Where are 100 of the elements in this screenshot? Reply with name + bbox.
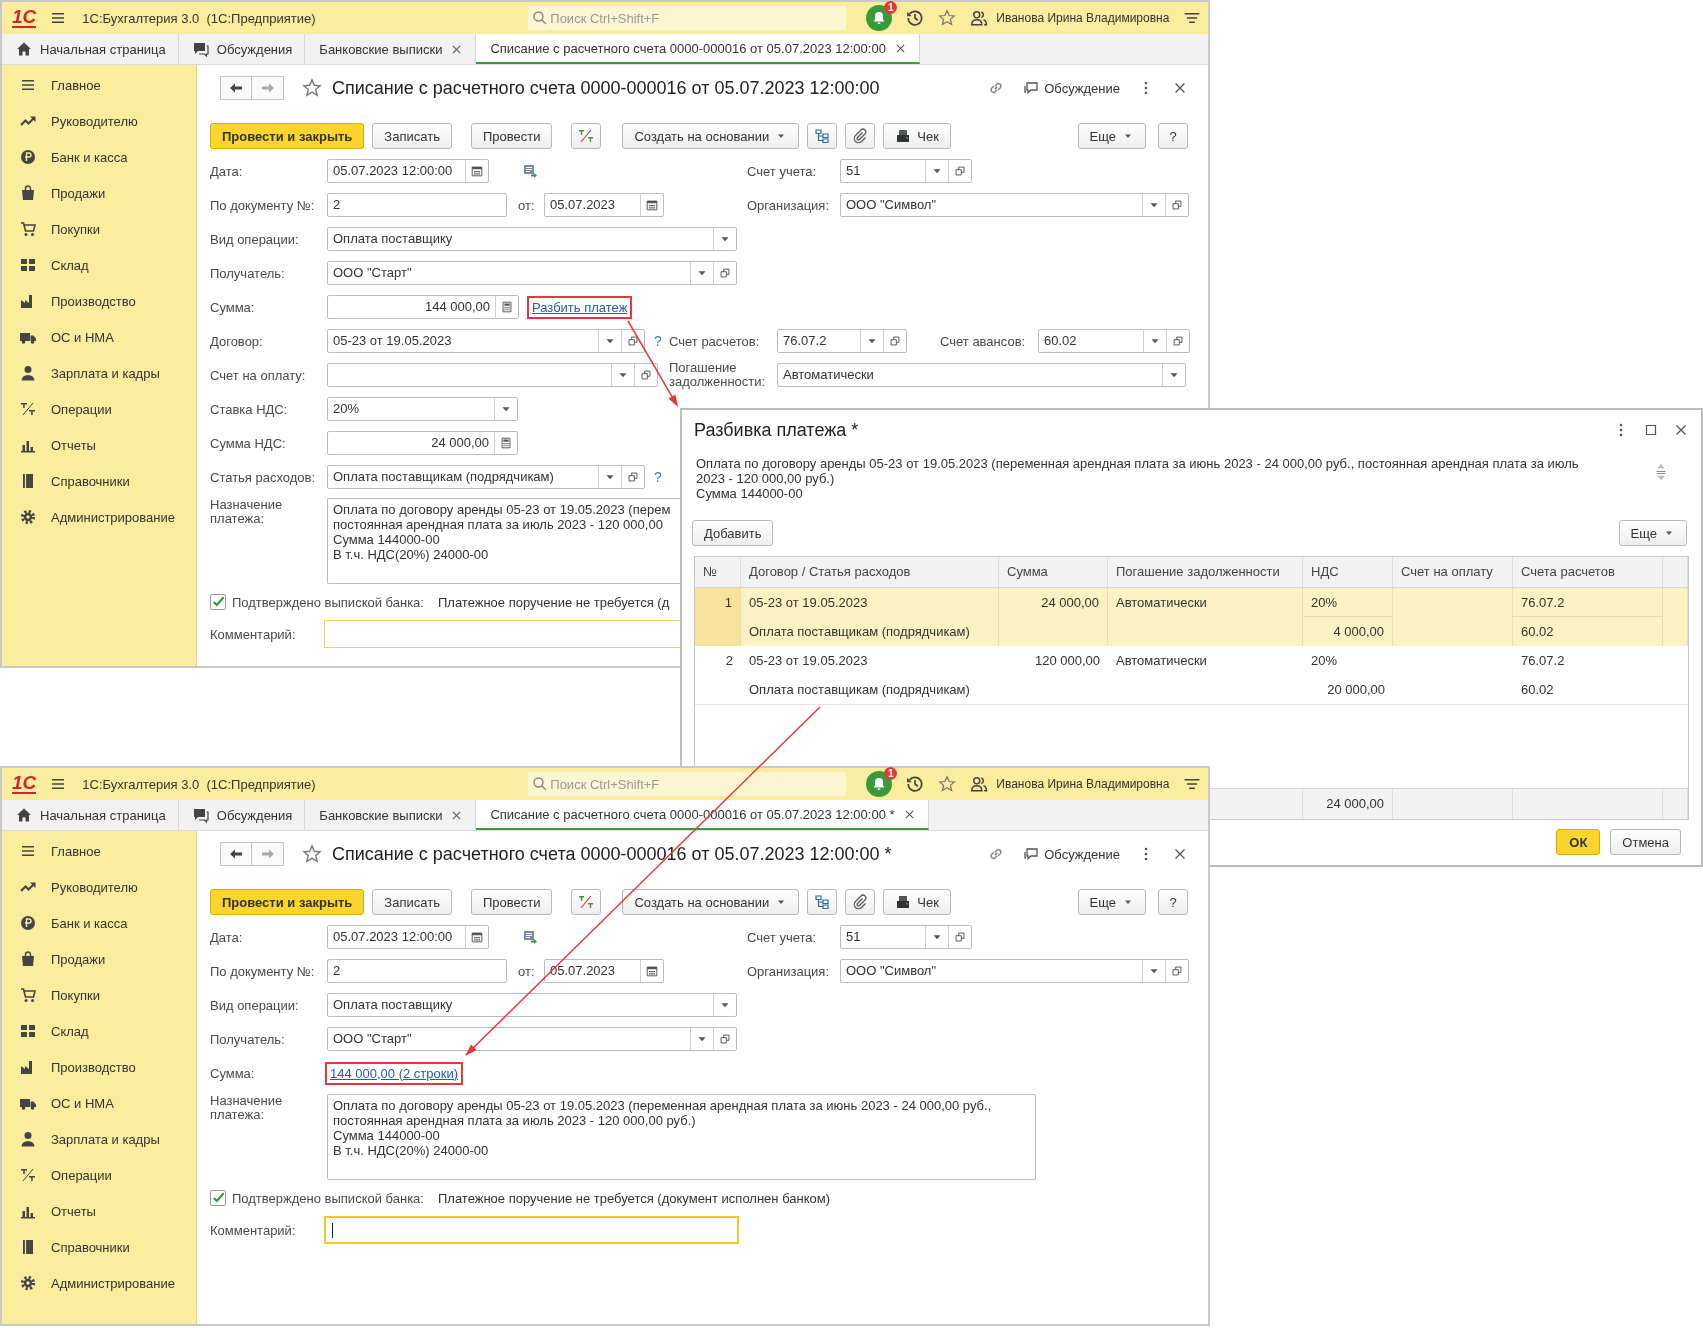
sidebar-item[interactable]: Справочники bbox=[2, 463, 196, 499]
sidebar-item[interactable]: Администрирование bbox=[2, 1265, 196, 1301]
debit-credit-button[interactable] bbox=[571, 123, 602, 149]
sidebar-item[interactable]: Склад bbox=[2, 1013, 196, 1049]
organization-field[interactable]: ООО "Символ" bbox=[840, 959, 1189, 983]
recipient-field[interactable]: ООО "Старт" bbox=[327, 1027, 737, 1051]
sidebar-item[interactable]: Производство bbox=[2, 283, 196, 319]
logo[interactable]: 1С bbox=[12, 774, 37, 794]
users-icon[interactable] bbox=[970, 9, 989, 27]
contract-field[interactable]: 05-23 от 19.05.2023 bbox=[327, 329, 645, 353]
column-header[interactable]: Сумма bbox=[999, 557, 1108, 587]
account-field[interactable]: 60.02 bbox=[1038, 329, 1190, 353]
dropdown-button[interactable]: Еще bbox=[1077, 889, 1146, 915]
history-icon[interactable] bbox=[906, 9, 925, 27]
purpose-field[interactable]: Оплата по договору аренды 05-23 от 19.05.2023 (переменная арендная плата за июнь 2023 - 24 000,00 руб., постоянная арендная плата за июль 2023 - 120 000,00 руб.) Сумма 144000-00 В т.ч. НДС(20%) 24000-00 bbox=[327, 1094, 1036, 1180]
sidebar-item[interactable]: Производство bbox=[2, 1049, 196, 1085]
sidebar-item[interactable]: Операции bbox=[2, 391, 196, 427]
table-row[interactable]: 1 05-23 от 19.05.2023 Оплата поставщикам (подрядчикам) 24 000,00 Автоматически 20% 4 000,00 76.07.2 60.02 bbox=[695, 588, 1688, 646]
maximize-icon[interactable] bbox=[1643, 422, 1659, 438]
primary-button[interactable]: Провести и закрыть bbox=[210, 889, 365, 915]
star-icon[interactable] bbox=[302, 844, 322, 864]
column-header[interactable]: Счета расчетов bbox=[1513, 557, 1663, 587]
ok-button[interactable]: ОК bbox=[1556, 829, 1601, 855]
add-button[interactable]: Добавить bbox=[692, 520, 774, 546]
menu-icon[interactable] bbox=[50, 10, 67, 26]
sidebar-item[interactable]: Отчеты bbox=[2, 1193, 196, 1229]
column-header[interactable]: НДС bbox=[1303, 557, 1393, 587]
operation-field[interactable]: Оплата поставщику bbox=[327, 993, 737, 1017]
tab[interactable]: Обсуждения bbox=[178, 34, 306, 64]
search-field[interactable]: Поиск Ctrl+Shift+F bbox=[528, 6, 847, 30]
date-field[interactable]: 05.07.2023 12:00:00 bbox=[327, 925, 489, 949]
invoice-field[interactable] bbox=[327, 363, 658, 387]
link[interactable]: Разбить платеж bbox=[532, 299, 628, 315]
search-field[interactable]: Поиск Ctrl+Shift+F bbox=[528, 772, 847, 796]
sidebar-item[interactable]: Банк и касса bbox=[2, 139, 196, 175]
date-field[interactable]: 05.07.2023 bbox=[544, 193, 664, 217]
back-button[interactable] bbox=[220, 842, 252, 866]
help-button[interactable]: ? bbox=[1158, 889, 1188, 915]
toolbar-button[interactable]: Записать bbox=[372, 889, 452, 915]
tab[interactable]: Обсуждения bbox=[178, 800, 306, 830]
star-icon[interactable] bbox=[938, 775, 957, 793]
sidebar-item[interactable]: Руководителю bbox=[2, 103, 196, 139]
history-icon[interactable] bbox=[906, 775, 925, 793]
sidebar-item[interactable]: Продажи bbox=[2, 175, 196, 211]
users-icon[interactable] bbox=[970, 775, 989, 793]
recipient-field[interactable]: ООО "Старт" bbox=[327, 261, 737, 285]
organization-field[interactable]: ООО "Символ" bbox=[840, 193, 1189, 217]
sidebar-item[interactable]: Склад bbox=[2, 247, 196, 283]
amount-field[interactable]: 144 000,00 bbox=[327, 295, 519, 319]
account-field[interactable]: 51 bbox=[840, 159, 972, 183]
column-header[interactable]: Договор / Статья расходов bbox=[741, 557, 999, 587]
expense-item-field[interactable]: Оплата поставщикам (подрядчикам) bbox=[327, 465, 645, 489]
sidebar-item[interactable]: Продажи bbox=[2, 941, 196, 977]
vat-rate-field[interactable]: 20% bbox=[327, 397, 518, 421]
dropdown-button[interactable]: Еще bbox=[1618, 520, 1687, 546]
comment-field[interactable] bbox=[324, 1216, 739, 1244]
toolbar-button[interactable]: Провести bbox=[470, 123, 553, 149]
sidebar-item[interactable]: Главное bbox=[2, 833, 196, 869]
tab[interactable]: Списание с расчетного счета 0000-000016 от 05.07.2023 12:00:00 bbox=[476, 34, 920, 64]
sidebar-item[interactable]: Администрирование bbox=[2, 499, 196, 535]
primary-button[interactable]: Провести и закрыть bbox=[210, 123, 365, 149]
structure-button[interactable] bbox=[807, 889, 838, 915]
table-row[interactable]: 2 05-23 от 19.05.2023 Оплата поставщикам (подрядчикам) 120 000,00 Автоматически 20% 20 000,00 76.07.2 60.02 bbox=[695, 646, 1688, 704]
user-name[interactable]: Иванова Ирина Владимировна bbox=[996, 777, 1170, 791]
attach-button[interactable] bbox=[845, 123, 876, 149]
tab[interactable]: Начальная страница bbox=[2, 800, 179, 830]
toolbar-button[interactable]: Провести bbox=[470, 889, 553, 915]
user-name[interactable]: Иванова Ирина Владимировна bbox=[996, 11, 1170, 25]
tab[interactable]: Начальная страница bbox=[2, 34, 179, 64]
cancel-button[interactable]: Отмена bbox=[1610, 829, 1681, 855]
menu-icon[interactable] bbox=[50, 776, 67, 792]
sidebar-item[interactable]: Отчеты bbox=[2, 427, 196, 463]
dropdown-button[interactable]: Еще bbox=[1077, 123, 1146, 149]
sidebar-item[interactable]: Руководителю bbox=[2, 869, 196, 905]
sidebar-item[interactable]: Справочники bbox=[2, 1229, 196, 1265]
sidebar-item[interactable]: Покупки bbox=[2, 211, 196, 247]
date-field[interactable]: 05.07.2023 bbox=[544, 959, 664, 983]
structure-button[interactable] bbox=[807, 123, 838, 149]
date-field[interactable]: 05.07.2023 12:00:00 bbox=[327, 159, 489, 183]
link[interactable]: 144 000,00 (2 строки) bbox=[330, 1065, 459, 1081]
star-icon[interactable] bbox=[302, 78, 322, 98]
dropdown-button[interactable]: Создать на основании bbox=[622, 889, 800, 915]
back-button[interactable] bbox=[220, 76, 252, 100]
vat-amount-field[interactable]: 24 000,00 bbox=[327, 431, 518, 455]
dropdown-button[interactable]: Создать на основании bbox=[622, 123, 800, 149]
sidebar-item[interactable]: Операции bbox=[2, 1157, 196, 1193]
sidebar-item[interactable]: Банк и касса bbox=[2, 905, 196, 941]
help-button[interactable]: ? bbox=[1158, 123, 1188, 149]
sidebar-item[interactable]: ОС и НМА bbox=[2, 1085, 196, 1121]
sidebar-item[interactable]: ОС и НМА bbox=[2, 319, 196, 355]
sidebar-item[interactable]: Зарплата и кадры bbox=[2, 1121, 196, 1157]
sidebar-item[interactable]: Главное bbox=[2, 67, 196, 103]
discussion-button[interactable]: Обсуждение bbox=[1023, 846, 1120, 862]
sidebar-item[interactable]: Покупки bbox=[2, 977, 196, 1013]
toolbar-button[interactable]: Записать bbox=[372, 123, 452, 149]
receipt-button[interactable]: Чек bbox=[883, 889, 951, 915]
discussion-button[interactable]: Обсуждение bbox=[1023, 80, 1120, 96]
help-link[interactable]: ? bbox=[654, 469, 662, 485]
number-field[interactable]: 2 bbox=[327, 959, 507, 983]
operation-field[interactable]: Оплата поставщику bbox=[327, 227, 737, 251]
